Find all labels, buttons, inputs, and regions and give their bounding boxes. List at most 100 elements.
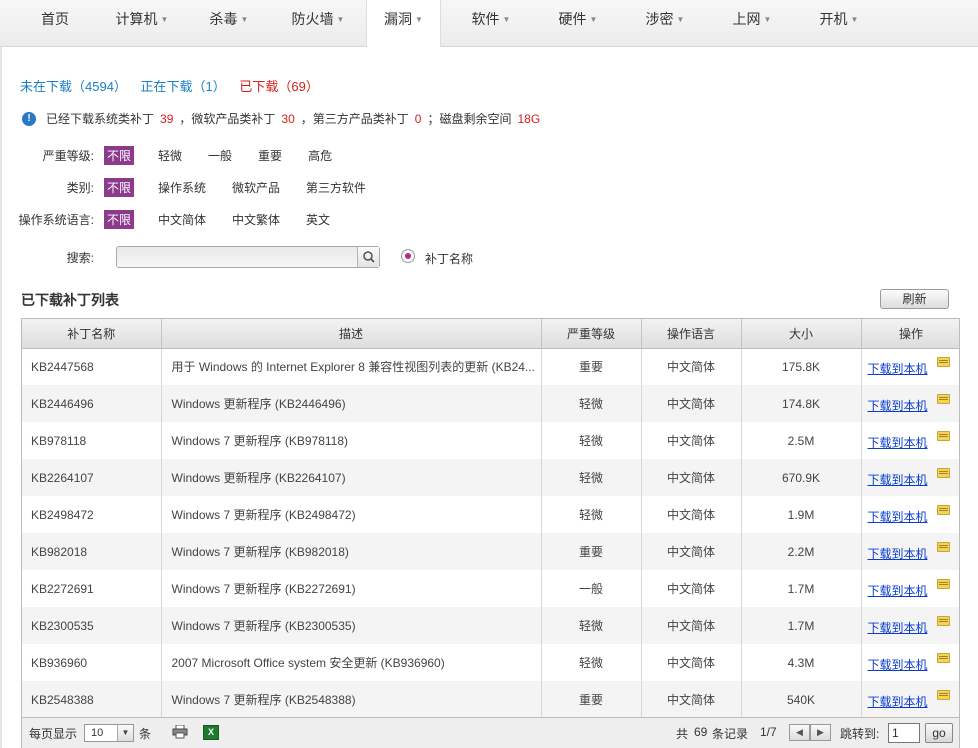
download-to-local-link[interactable]: 下载到本机: [868, 547, 928, 561]
download-to-local-link[interactable]: 下载到本机: [868, 399, 928, 413]
language-cell: 中文简体: [641, 533, 742, 570]
nav-item-hardware[interactable]: 硬件 ▼: [545, 0, 611, 40]
go-button[interactable]: go: [925, 723, 953, 743]
nav-item-home[interactable]: 首页: [22, 0, 88, 40]
table-row[interactable]: KB2446496 Windows 更新程序 (KB2446496) 轻微 中文简体 1…: [22, 385, 959, 422]
filter-option-unlimited[interactable]: 不限: [104, 177, 135, 197]
patch-name-radio[interactable]: [401, 249, 415, 263]
next-page-button[interactable]: ▶: [810, 724, 831, 741]
patch-desc-cell: Windows 更新程序 (KB2446496): [161, 385, 542, 422]
download-to-local-link[interactable]: 下载到本机: [868, 473, 928, 487]
tab-downloading[interactable]: 正在下载（1）: [141, 79, 226, 94]
folder-icon[interactable]: [936, 652, 950, 663]
print-icon[interactable]: [172, 725, 188, 739]
filter-option-minor[interactable]: 轻微: [156, 146, 184, 165]
column-header-language[interactable]: 操作语言: [641, 319, 742, 349]
column-header-severity[interactable]: 严重等级: [541, 319, 642, 349]
filter-option-important[interactable]: 重要: [256, 146, 284, 165]
prev-page-button[interactable]: ◀: [789, 724, 810, 741]
table-row[interactable]: KB2498472 Windows 7 更新程序 (KB2498472) 轻微 中文简…: [22, 496, 959, 533]
language-cell: 中文简体: [641, 681, 742, 717]
filter-option-ms-products[interactable]: 微软产品: [230, 178, 282, 197]
download-to-local-link[interactable]: 下载到本机: [868, 584, 928, 598]
patch-name-cell: KB2447568: [22, 348, 162, 385]
size-cell: 540K: [741, 681, 862, 717]
table-row[interactable]: KB2300535 Windows 7 更新程序 (KB2300535) 轻微 中文简…: [22, 607, 959, 644]
search-label: 搜索:: [66, 251, 94, 265]
excel-export-icon[interactable]: X: [203, 725, 219, 740]
patch-name-cell: KB978118: [22, 422, 162, 459]
folder-icon[interactable]: [936, 356, 950, 367]
filter-option-third-party[interactable]: 第三方软件: [304, 178, 368, 197]
nav-item-label[interactable]: 漏洞: [384, 11, 412, 27]
tab-not-downloaded[interactable]: 未在下载（4594）: [20, 79, 127, 94]
refresh-button[interactable]: 刷新: [880, 289, 949, 309]
folder-icon[interactable]: [936, 578, 950, 589]
nav-item-software[interactable]: 软件 ▼: [458, 0, 524, 40]
download-to-local-link[interactable]: 下载到本机: [868, 695, 928, 709]
nav-item-label[interactable]: 硬件: [559, 11, 587, 27]
folder-icon[interactable]: [936, 615, 950, 626]
chevron-down-icon[interactable]: ▼: [117, 725, 133, 741]
nav-item-label[interactable]: 首页: [41, 11, 69, 27]
table-row[interactable]: KB2264107 Windows 更新程序 (KB2264107) 轻微 中文简体 6…: [22, 459, 959, 496]
download-to-local-link[interactable]: 下载到本机: [868, 621, 928, 635]
filter-option-simplified[interactable]: 中文简体: [156, 210, 208, 229]
nav-item-label[interactable]: 计算机: [116, 11, 158, 27]
search-button[interactable]: [357, 247, 379, 267]
folder-icon[interactable]: [936, 467, 950, 478]
filter-option-normal[interactable]: 一般: [206, 146, 234, 165]
table-row[interactable]: KB2548388 Windows 7 更新程序 (KB2548388) 重要 中文简…: [22, 681, 959, 717]
nav-item-classified[interactable]: 涉密 ▼: [632, 0, 698, 40]
nav-item-vulnerability[interactable]: 漏洞 ▼: [366, 0, 441, 47]
download-to-local-link[interactable]: 下载到本机: [868, 658, 928, 672]
nav-item-label[interactable]: 防火墙: [292, 11, 334, 27]
column-header-size[interactable]: 大小: [741, 319, 862, 349]
nav-item-antivirus[interactable]: 杀毒 ▼: [196, 0, 262, 40]
filter-option-unlimited[interactable]: 不限: [104, 209, 135, 229]
folder-icon[interactable]: [936, 541, 950, 552]
nav-item-firewall[interactable]: 防火墙 ▼: [280, 0, 356, 40]
search-input[interactable]: [116, 246, 380, 268]
filter-option-traditional[interactable]: 中文繁体: [230, 210, 282, 229]
severity-cell: 轻微: [541, 459, 642, 496]
filter-option-os[interactable]: 操作系统: [156, 178, 208, 197]
column-header-name[interactable]: 补丁名称: [22, 319, 162, 349]
per-page-select[interactable]: 10 ▼: [84, 724, 134, 742]
nav-item-label[interactable]: 上网: [733, 11, 761, 27]
page-info: 1/7: [760, 725, 777, 739]
jump-label: 跳转到:: [840, 727, 880, 741]
nav-item-internet[interactable]: 上网 ▼: [719, 0, 785, 40]
patch-table: 补丁名称 描述 严重等级 操作语言 大小 操作 KB2447568 用于 Wind…: [21, 318, 960, 718]
nav-item-label[interactable]: 涉密: [646, 11, 674, 27]
filter-label: 严重等级:: [42, 148, 94, 163]
jump-page-input[interactable]: 1: [888, 723, 920, 743]
table-row[interactable]: KB978118 Windows 7 更新程序 (KB978118) 轻微 中文简体 2…: [22, 422, 959, 459]
download-summary: ! 已经下载系统类补丁 39 ，微软产品类补丁 30 ，第三方产品类补丁 0 ；…: [22, 110, 546, 127]
folder-icon[interactable]: [936, 504, 950, 515]
folder-icon[interactable]: [936, 393, 950, 404]
nav-item-computer[interactable]: 计算机 ▼: [104, 0, 180, 40]
filter-option-unlimited[interactable]: 不限: [104, 145, 135, 165]
table-row[interactable]: KB982018 Windows 7 更新程序 (KB982018) 重要 中文简体 2…: [22, 533, 959, 570]
list-title: 已下载补丁列表: [21, 292, 119, 308]
download-to-local-link[interactable]: 下载到本机: [868, 510, 928, 524]
filter-option-critical[interactable]: 高危: [306, 146, 334, 165]
table-row[interactable]: KB936960 2007 Microsoft Office system 安全更…: [22, 644, 959, 681]
table-row[interactable]: KB2447568 用于 Windows 的 Internet Explorer …: [22, 348, 959, 385]
nav-item-label[interactable]: 开机: [820, 11, 848, 27]
download-to-local-link[interactable]: 下载到本机: [868, 362, 928, 376]
nav-item-label[interactable]: 软件: [472, 11, 500, 27]
nav-item-boot[interactable]: 开机 ▼: [806, 0, 872, 40]
download-to-local-link[interactable]: 下载到本机: [868, 436, 928, 450]
patch-name-cell: KB2498472: [22, 496, 162, 533]
filter-option-english[interactable]: 英文: [304, 210, 332, 229]
action-cell: 下载到本机: [861, 607, 959, 644]
total-suffix: 条记录: [712, 727, 749, 741]
column-header-desc[interactable]: 描述: [161, 319, 542, 349]
folder-icon[interactable]: [936, 430, 950, 441]
tab-downloaded[interactable]: 已下载（69）: [239, 79, 318, 94]
folder-icon[interactable]: [936, 689, 950, 700]
nav-item-label[interactable]: 杀毒: [210, 11, 238, 27]
table-row[interactable]: KB2272691 Windows 7 更新程序 (KB2272691) 一般 中文简…: [22, 570, 959, 607]
